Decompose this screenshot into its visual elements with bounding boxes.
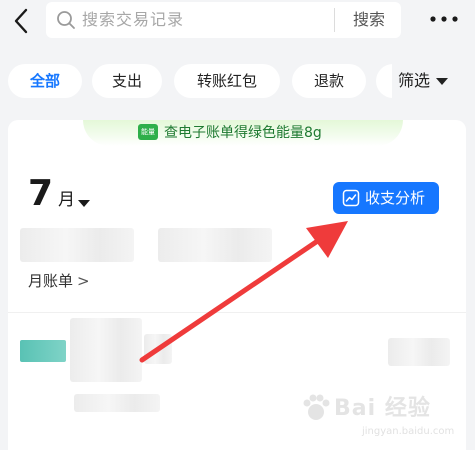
income-expense-analysis-button[interactable]: 收支分析 <box>333 182 439 214</box>
divider <box>8 312 466 313</box>
watermark-text: Bai 经验 <box>334 396 431 421</box>
monthly-bill-label: 月账单 <box>28 272 74 290</box>
baidu-watermark: Bai 经验 jingyan.baidu.com <box>300 392 470 444</box>
blurred-transaction-detail <box>144 334 172 364</box>
blurred-transaction-title <box>70 318 142 382</box>
caret-down-icon <box>436 78 449 85</box>
chip-refund[interactable]: 退款 <box>292 64 366 98</box>
filter-chips: 全部 支出 转账红包 退款 筛选 <box>0 60 475 102</box>
analysis-label: 收支分析 <box>365 189 426 207</box>
filter-button[interactable]: 筛选 <box>392 64 475 98</box>
month-number[interactable]: 7 <box>28 172 53 216</box>
chip-transfer-red-packet[interactable]: 转账红包 <box>174 64 280 98</box>
more-dots-icon <box>430 16 458 22</box>
more-button[interactable] <box>422 6 466 32</box>
search-input[interactable]: 搜索交易记录 搜索 <box>46 2 401 38</box>
month-unit[interactable]: 月 <box>58 188 75 212</box>
chevron-right-icon: > <box>77 272 90 290</box>
blurred-transaction-amount <box>388 338 450 366</box>
paw-logo-icon <box>303 394 330 420</box>
trend-chart-icon <box>342 189 360 207</box>
blurred-transaction-time <box>74 394 160 412</box>
monthly-bill-link[interactable]: 月账单 > <box>28 270 90 292</box>
search-placeholder: 搜索交易记录 <box>82 10 185 29</box>
search-button[interactable]: 搜索 <box>342 10 396 30</box>
watermark-sub: jingyan.baidu.com <box>362 426 455 437</box>
promo-text[interactable]: 查电子账单得绿色能量8g <box>164 124 322 142</box>
search-icon <box>57 11 75 29</box>
filter-label: 筛选 <box>398 71 431 90</box>
blurred-expense-amount <box>20 228 134 262</box>
chip-expense[interactable]: 支出 <box>92 64 162 98</box>
back-button[interactable] <box>6 6 36 36</box>
top-bar: 搜索交易记录 搜索 <box>0 0 475 46</box>
blurred-merchant-logo <box>20 340 66 362</box>
blurred-income-amount <box>158 228 272 262</box>
energy-badge-icon: 能量 <box>138 124 158 140</box>
search-divider <box>334 8 335 32</box>
chip-all[interactable]: 全部 <box>8 64 82 98</box>
caret-down-icon[interactable] <box>78 200 90 207</box>
chevron-left-icon <box>14 8 28 34</box>
